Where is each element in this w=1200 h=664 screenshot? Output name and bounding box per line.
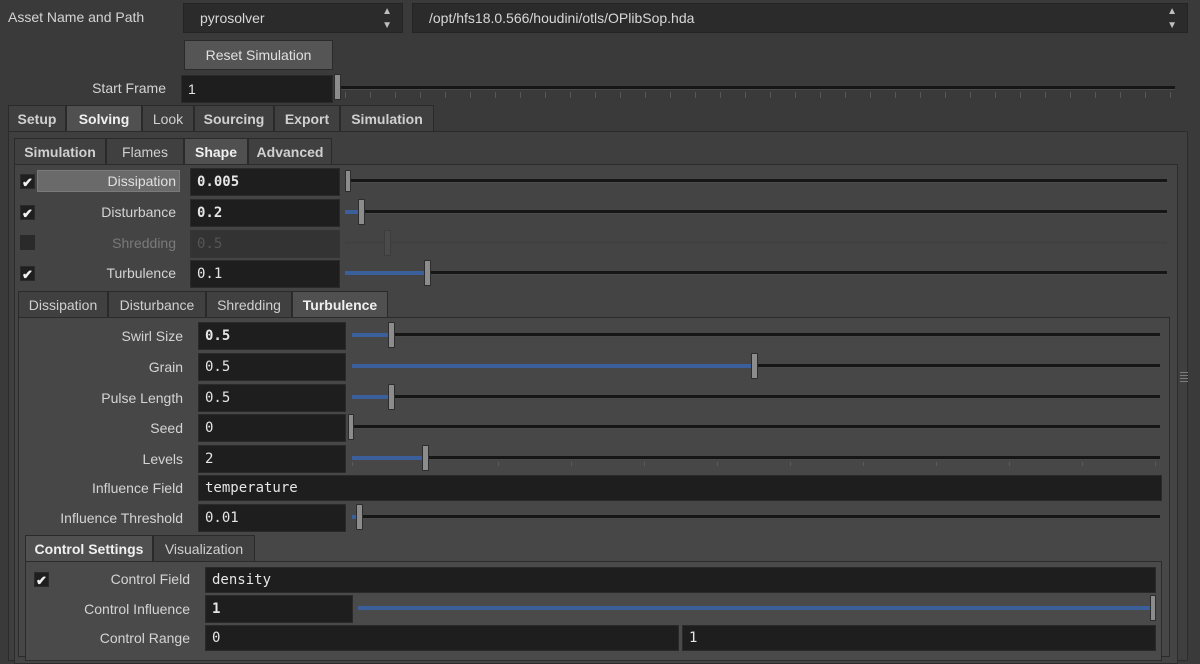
turbulence-slider-handle[interactable]: [424, 260, 431, 286]
influence-threshold-slider-track[interactable]: [352, 515, 1160, 519]
updown-arrows-icon: ▲ ▼: [382, 6, 392, 31]
disturbance-checkbox[interactable]: ✔: [20, 205, 35, 221]
tab-simulation[interactable]: Simulation: [340, 105, 434, 131]
disturbance-field[interactable]: 0.2: [190, 199, 340, 227]
control-influence-label: Control Influence: [84, 601, 190, 617]
swirl-size-slider-handle[interactable]: [388, 322, 395, 348]
control-range-max-field[interactable]: 1: [682, 625, 1156, 651]
seed-field[interactable]: 0: [198, 414, 346, 442]
updown-arrows-icon: ▲ ▼: [1167, 6, 1177, 31]
grain-field[interactable]: 0.5: [198, 353, 346, 381]
dissipation-checkbox[interactable]: ✔: [20, 174, 35, 190]
influence-threshold-label: Influence Threshold: [60, 510, 183, 526]
shredding-slider-track: [345, 241, 1167, 244]
swirl-size-field[interactable]: 0.5: [198, 322, 346, 350]
turbulence-label: Turbulence: [106, 265, 176, 281]
start-frame-slider-handle[interactable]: [334, 74, 341, 100]
reset-simulation-button[interactable]: Reset Simulation: [184, 40, 333, 70]
tab-sourcing[interactable]: Sourcing: [194, 105, 274, 131]
pane-resize-grip-icon[interactable]: [1180, 370, 1188, 382]
start-frame-field[interactable]: 1: [181, 75, 333, 103]
control-tab-bar: Control Settings Visualization: [25, 535, 257, 561]
sub-tab-bar: Simulation Flames Shape Advanced: [14, 138, 332, 164]
tab-advanced[interactable]: Advanced: [248, 138, 332, 164]
levels-slider-ticks: [352, 462, 1160, 466]
turbulence-checkbox[interactable]: ✔: [20, 266, 35, 282]
influence-field-input[interactable]: temperature: [198, 475, 1162, 501]
control-influence-slider-fill: [358, 606, 1154, 610]
shredding-checkbox[interactable]: [20, 235, 35, 250]
control-range-label: Control Range: [99, 630, 190, 646]
turbulence-field[interactable]: 0.1: [190, 260, 340, 288]
seed-slider-handle[interactable]: [348, 414, 354, 440]
grain-slider-handle[interactable]: [751, 353, 758, 379]
disturbance-slider-track[interactable]: [345, 210, 1167, 214]
frame-ticks: [345, 92, 1175, 98]
disturbance-label: Disturbance: [101, 204, 176, 220]
levels-slider-track[interactable]: [352, 456, 1160, 460]
main-tab-bar: Setup Solving Look Sourcing Export Simul…: [8, 105, 434, 131]
pulse-length-slider-handle[interactable]: [388, 384, 395, 410]
control-field-label: Control Field: [110, 571, 190, 587]
tab-look[interactable]: Look: [142, 105, 194, 131]
control-field-checkbox[interactable]: ✔: [34, 572, 49, 588]
grain-slider-fill: [352, 364, 754, 368]
tab-visualization[interactable]: Visualization: [153, 535, 255, 561]
shredding-label: Shredding: [112, 235, 176, 251]
tab-disturbance[interactable]: Disturbance: [108, 291, 206, 317]
grain-label: Grain: [148, 359, 183, 375]
influence-threshold-slider-handle[interactable]: [356, 504, 363, 530]
pulse-length-field[interactable]: 0.5: [198, 384, 346, 412]
disturbance-slider-handle[interactable]: [358, 199, 365, 225]
tab-flames[interactable]: Flames: [106, 138, 184, 164]
tab-dissipation[interactable]: Dissipation: [18, 291, 108, 317]
levels-field[interactable]: 2: [198, 445, 346, 473]
turbulence-slider-fill: [345, 271, 427, 275]
tab-shredding[interactable]: Shredding: [206, 291, 292, 317]
turbulence-slider-track[interactable]: [345, 271, 1167, 275]
tab-solving[interactable]: Solving: [66, 105, 142, 131]
shredding-field: 0.5: [190, 230, 340, 258]
shape-tab-bar: Dissipation Disturbance Shredding Turbul…: [18, 291, 390, 317]
tab-turbulence[interactable]: Turbulence: [292, 291, 388, 317]
dissipation-field[interactable]: 0.005: [190, 168, 340, 196]
tab-setup[interactable]: Setup: [8, 105, 66, 131]
levels-slider-fill: [352, 456, 424, 460]
pulse-length-slider-track[interactable]: [352, 395, 1160, 399]
asset-name-label: Asset Name and Path: [8, 9, 145, 25]
control-influence-slider-handle[interactable]: [1150, 595, 1156, 621]
pulse-length-slider-fill: [352, 395, 390, 399]
asset-name-value: pyrosolver: [200, 10, 265, 26]
control-field-input[interactable]: density: [205, 567, 1156, 593]
tab-simulation-sub[interactable]: Simulation: [14, 138, 106, 164]
dissipation-label: Dissipation: [107, 173, 176, 189]
swirl-size-label: Swirl Size: [121, 328, 183, 344]
levels-label: Levels: [142, 451, 183, 467]
asset-name-select[interactable]: pyrosolver ▲ ▼: [183, 3, 403, 33]
dissipation-slider-track[interactable]: [345, 179, 1167, 183]
pulse-length-label: Pulse Length: [101, 390, 183, 406]
control-influence-field[interactable]: 1: [205, 595, 353, 623]
swirl-size-slider-fill: [352, 333, 390, 337]
seed-label: Seed: [150, 420, 183, 436]
start-frame-label: Start Frame: [92, 80, 166, 96]
control-influence-slider-track[interactable]: [358, 606, 1154, 610]
asset-path-select[interactable]: /opt/hfs18.0.566/houdini/otls/OPlibSop.h…: [412, 3, 1188, 33]
swirl-size-slider-track[interactable]: [352, 333, 1160, 337]
tab-control-settings[interactable]: Control Settings: [25, 535, 153, 561]
asset-path-value: /opt/hfs18.0.566/houdini/otls/OPlibSop.h…: [429, 10, 695, 26]
control-range-min-field[interactable]: 0: [205, 625, 679, 651]
seed-slider-track[interactable]: [352, 425, 1160, 429]
shredding-slider-handle: [384, 230, 391, 256]
tab-export[interactable]: Export: [274, 105, 340, 131]
influence-field-label: Influence Field: [91, 480, 183, 496]
tab-shape[interactable]: Shape: [184, 138, 248, 164]
influence-threshold-field[interactable]: 0.01: [198, 504, 346, 532]
levels-slider-handle[interactable]: [422, 445, 429, 471]
start-frame-slider-track[interactable]: [337, 86, 1175, 90]
dissipation-slider-handle[interactable]: [345, 170, 351, 192]
